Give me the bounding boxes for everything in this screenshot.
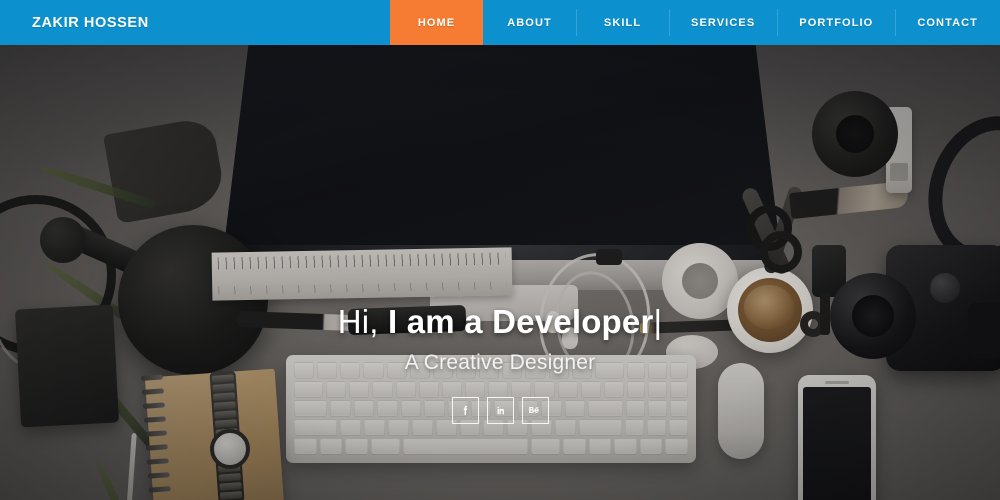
social-links [0, 396, 1000, 424]
hero-content: Hi, I am a Developer| A Creative Designe… [0, 303, 1000, 424]
landing-page: ZAKIR HOSSEN HOME ABOUT SKILL SERVICES P… [0, 0, 1000, 500]
hero-typed-text: I am a Developer [388, 303, 654, 340]
hero-subtitle: A Creative Designer [404, 350, 596, 374]
nav-label-portfolio: PORTFOLIO [799, 16, 874, 29]
nav-item-skill[interactable]: SKILL [576, 0, 669, 45]
nav-label-services: SERVICES [691, 16, 756, 29]
hero-headline: Hi, I am a Developer| [0, 303, 1000, 342]
nav-item-services[interactable]: SERVICES [669, 0, 777, 45]
site-logo[interactable]: ZAKIR HOSSEN [0, 0, 169, 45]
linkedin-icon[interactable] [486, 396, 514, 424]
facebook-icon[interactable] [451, 396, 479, 424]
hero-vignette [0, 45, 1000, 500]
hero-greeting: Hi, [337, 303, 389, 340]
nav-label-home: HOME [417, 16, 456, 29]
nav-item-about[interactable]: ABOUT [483, 0, 576, 45]
nav-label-about: ABOUT [507, 16, 552, 29]
site-header: ZAKIR HOSSEN HOME ABOUT SKILL SERVICES P… [0, 0, 1000, 45]
nav-label-contact: CONTACT [917, 16, 978, 29]
nav-label-skill: SKILL [603, 16, 642, 29]
hero-section: Hi, I am a Developer| A Creative Designe… [0, 45, 1000, 500]
typing-caret: | [653, 303, 663, 340]
behance-icon[interactable] [521, 396, 549, 424]
nav-item-portfolio[interactable]: PORTFOLIO [777, 0, 895, 45]
nav-item-home[interactable]: HOME [390, 0, 484, 45]
main-navigation: HOME ABOUT SKILL SERVICES PORTFOLIO CONT… [390, 0, 1000, 45]
nav-item-contact[interactable]: CONTACT [895, 0, 1000, 45]
